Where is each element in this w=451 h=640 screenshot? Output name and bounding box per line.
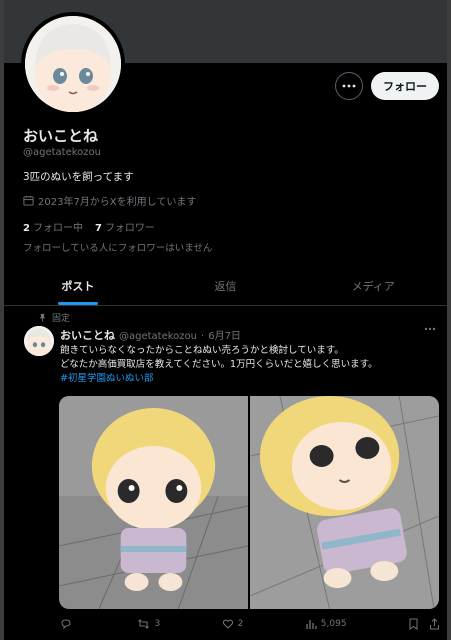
views-button[interactable]: 5,095 (305, 618, 347, 630)
profile-stats: 2 フォロー中 7 フォロワー (23, 219, 155, 234)
profile-handle: @agetatekozou (23, 147, 102, 158)
following-count: 2 (23, 223, 30, 234)
like-count: 2 (237, 619, 244, 629)
post-photo-2[interactable] (250, 396, 439, 609)
profile-avatar[interactable] (21, 12, 125, 116)
bookmark-icon[interactable] (408, 618, 419, 630)
post-body: 飽きていらなくなったからことねぬい売ろうかと検討しています。 どなたか高価買取店… (60, 344, 440, 386)
calendar-icon (23, 195, 34, 206)
followers-link[interactable]: 7 フォロワー (95, 219, 155, 234)
following-label: フォロー中 (32, 223, 83, 234)
post-author-avatar[interactable] (24, 326, 54, 356)
post-more-button[interactable] (424, 327, 436, 331)
repost-icon (137, 618, 150, 630)
post-text-line-2: どなたか高価買取店を教えてください。1万円くらいだと嬉しく思います。 (60, 359, 378, 370)
pinned-indicator: 固定 (38, 311, 70, 324)
post-separator: · (201, 331, 205, 342)
tab-replies[interactable]: 返信 (152, 266, 300, 305)
more-horizontal-icon (424, 327, 436, 331)
post-utilities (408, 618, 440, 630)
views-count: 5,095 (320, 619, 347, 629)
reply-button[interactable] (60, 618, 76, 630)
profile-bio: 3匹のぬいを飼ってます (23, 171, 134, 183)
post-photo-1[interactable] (59, 396, 248, 609)
plush-avatar-image (24, 326, 54, 356)
views-icon (305, 618, 317, 630)
pin-icon (38, 313, 47, 322)
tab-posts[interactable]: ポスト (4, 266, 152, 305)
post-actions: 3 2 5,095 (60, 618, 440, 630)
repost-count: 3 (154, 619, 161, 629)
post-media (59, 396, 439, 609)
pinned-label: 固定 (52, 314, 71, 324)
profile-tabs: ポスト 返信 メディア (4, 266, 447, 306)
repost-button[interactable]: 3 (137, 618, 160, 630)
following-link[interactable]: 2 フォロー中 (23, 219, 83, 234)
like-button[interactable]: 2 (222, 618, 244, 630)
mutual-followers-note: フォローしている人にフォロワーはいません (23, 243, 213, 254)
plush-avatar-image (25, 16, 121, 112)
post-hashtag[interactable]: #初星学園ぬいぬい部 (60, 372, 440, 386)
post-text-line-1: 飽きていらなくなったからことねぬい売ろうかと検討しています。 (60, 345, 344, 356)
post-author-handle[interactable]: @agetatekozou (119, 331, 197, 342)
share-icon[interactable] (429, 618, 440, 630)
joined-text: 2023年7月からXを利用しています (38, 197, 197, 208)
followers-count: 7 (94, 223, 102, 234)
more-horizontal-icon (342, 84, 356, 88)
post-date[interactable]: 6月7日 (208, 327, 241, 342)
more-options-button[interactable] (335, 72, 363, 100)
profile-display-name: おいことね (23, 127, 99, 145)
tab-media[interactable]: メディア (299, 266, 447, 305)
reply-icon (60, 618, 72, 630)
post-header: おいことね @agetatekozou · 6月7日 (60, 327, 241, 343)
heart-icon (222, 618, 234, 630)
post-author-name[interactable]: おいことね (60, 327, 115, 343)
follow-button[interactable]: フォロー (371, 72, 439, 100)
profile-page: フォロー おいことね @agetatekozou 3匹のぬいを飼ってます 202… (0, 0, 451, 640)
followers-label: フォロワー (104, 223, 155, 234)
profile-joined: 2023年7月からXを利用しています (23, 193, 196, 208)
